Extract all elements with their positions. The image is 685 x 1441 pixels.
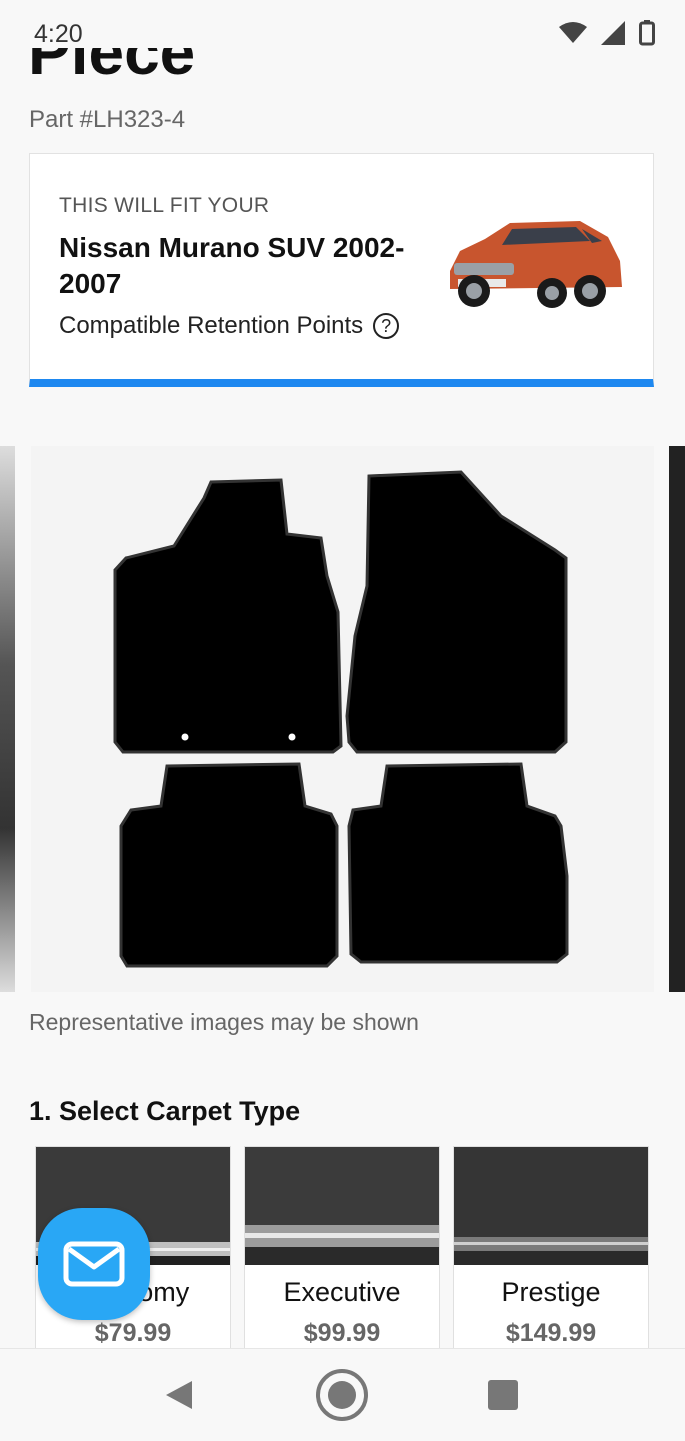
carpet-option-executive[interactable]: Executive $99.99 <box>244 1146 440 1366</box>
carpet-price: $79.99 <box>94 1319 172 1347</box>
retention-hole <box>181 733 189 741</box>
carpet-type-heading: 1. Select Carpet Type <box>29 1096 301 1126</box>
carpet-name: Prestige <box>501 1277 601 1307</box>
carpet-swatch <box>245 1147 439 1265</box>
gallery-caption: Representative images may be shown <box>29 1009 419 1035</box>
front-right-mat <box>345 470 568 754</box>
vehicle-image <box>450 221 622 308</box>
part-number: Part #LH323-4 <box>29 106 186 133</box>
carpet-option-prestige[interactable]: Prestige $149.99 <box>453 1146 649 1366</box>
signal-icon <box>601 21 625 45</box>
system-nav-bar <box>0 1348 685 1441</box>
carpet-name: Executive <box>283 1277 401 1307</box>
vehicle-name: Nissan Murano SUV 2002-2007 <box>59 232 405 299</box>
help-icon[interactable]: ? <box>373 313 400 339</box>
home-icon[interactable] <box>315 1368 369 1422</box>
retention-hole <box>288 733 296 741</box>
product-title: Piece <box>28 48 196 84</box>
carpet-swatch <box>454 1147 648 1265</box>
fit-label: THIS WILL FIT YOUR <box>59 194 270 217</box>
carpet-price: $149.99 <box>505 1319 597 1347</box>
front-left-mat <box>113 478 343 754</box>
floor-mats-image[interactable] <box>31 446 654 992</box>
rear-right-mat <box>347 762 569 964</box>
carpet-price: $99.99 <box>303 1319 381 1347</box>
wifi-icon <box>559 22 587 43</box>
overview-icon[interactable] <box>488 1380 518 1410</box>
rear-left-mat <box>119 762 339 968</box>
retention-label: Compatible Retention Points <box>59 312 364 339</box>
battery-icon <box>639 20 655 46</box>
status-icons <box>559 20 655 46</box>
product-gallery[interactable] <box>0 446 685 992</box>
retention-points[interactable]: Compatible Retention Points ? <box>59 312 400 340</box>
previous-image-peek[interactable] <box>0 446 15 992</box>
next-image-peek[interactable] <box>669 446 685 992</box>
vehicle-fit-card[interactable]: THIS WILL FIT YOUR Nissan Murano SUV 200… <box>29 153 654 387</box>
floor-mats-illustration <box>113 470 569 968</box>
back-icon[interactable] <box>162 1379 194 1411</box>
contact-message-button[interactable] <box>38 1208 150 1320</box>
status-time: 4:20 <box>34 20 83 48</box>
mail-icon <box>63 1241 125 1287</box>
